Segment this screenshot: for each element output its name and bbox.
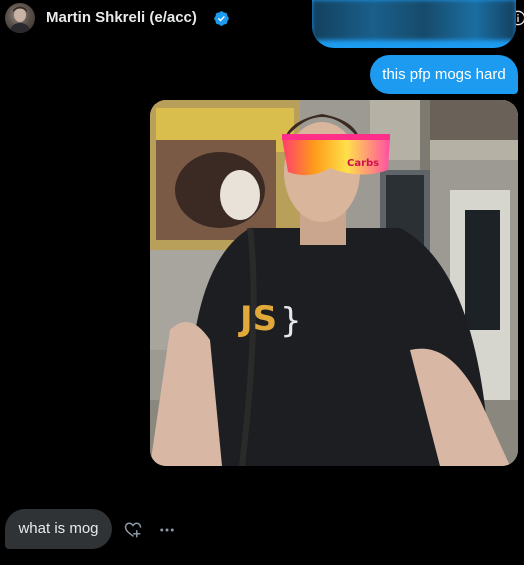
- verified-badge-icon: [214, 11, 229, 26]
- photo-attachment[interactable]: JS } Carbs: [150, 100, 518, 466]
- avatar-image: [9, 6, 31, 33]
- subway-selfie-image: JS } Carbs: [150, 100, 518, 466]
- outgoing-message-bubble[interactable]: this pfp mogs hard: [370, 55, 518, 94]
- more-horizontal-icon[interactable]: [158, 521, 176, 539]
- previous-message-bubble: [312, 0, 516, 48]
- user-avatar[interactable]: [5, 3, 35, 33]
- contact-name[interactable]: Martin Shkreli (e/acc): [46, 9, 197, 26]
- svg-text:}: }: [280, 301, 302, 341]
- blurred-content: [312, 0, 516, 40]
- svg-text:JS: JS: [238, 299, 277, 339]
- incoming-message-bubble[interactable]: what is mog: [5, 509, 112, 549]
- sticker-text: Carbs: [347, 158, 379, 169]
- heart-plus-icon[interactable]: [124, 521, 142, 539]
